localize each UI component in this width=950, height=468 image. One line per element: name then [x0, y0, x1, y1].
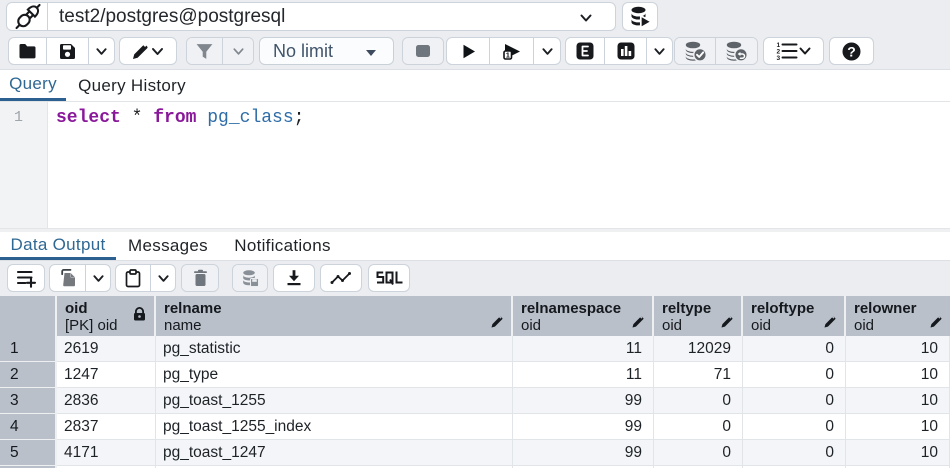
svg-text:3: 3 — [777, 55, 781, 61]
svg-text:?: ? — [847, 43, 856, 59]
svg-text:1: 1 — [506, 50, 510, 59]
